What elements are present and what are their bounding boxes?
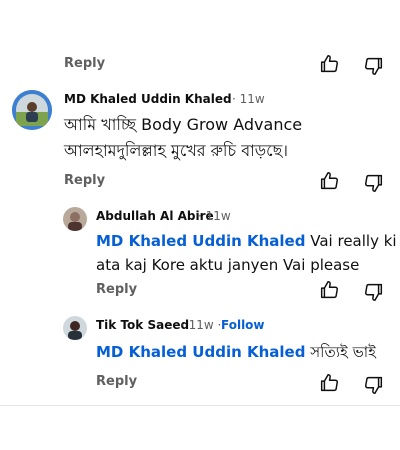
comment-text: আমি খাচ্ছি Body Grow Advance আলহামদুলিল্… xyxy=(64,112,302,164)
comment-text-line: MD Khaled Uddin Khaled সত্যিই ভাই xyxy=(96,340,376,364)
reply-button[interactable]: Reply xyxy=(64,173,105,188)
avatar[interactable] xyxy=(12,90,52,130)
thumbs-down-icon[interactable] xyxy=(363,281,385,303)
comment-text-line: MD Khaled Uddin Khaled Vai really ki xyxy=(96,229,397,253)
comment-text: MD Khaled Uddin Khaled Vai really ki ata… xyxy=(96,229,397,277)
comment-author[interactable]: MD Khaled Uddin Khaled xyxy=(64,92,232,106)
thumbs-up-icon[interactable] xyxy=(318,170,340,192)
mention-link[interactable]: MD Khaled Uddin Khaled xyxy=(96,232,305,250)
comment-time: · 11w xyxy=(198,209,231,223)
thumbs-down-icon[interactable] xyxy=(363,374,385,396)
comment-text-line: ata kaj Kore aktu janyen Vai please xyxy=(96,256,360,274)
reply-button[interactable]: Reply xyxy=(96,374,137,389)
mention-link[interactable]: MD Khaled Uddin Khaled xyxy=(96,343,305,361)
comment-time: · 11w · xyxy=(181,318,222,332)
thumbs-down-icon[interactable] xyxy=(363,55,385,77)
thumbs-up-icon[interactable] xyxy=(318,372,340,394)
comment-text: MD Khaled Uddin Khaled সত্যিই ভাই xyxy=(96,340,376,364)
section-divider xyxy=(0,405,400,406)
follow-button[interactable]: Follow xyxy=(221,318,265,332)
reply-button[interactable]: Reply xyxy=(64,56,105,71)
comment-time: · 11w xyxy=(232,92,265,106)
comment-text-fragment: সত্যিই ভাই xyxy=(305,343,376,361)
thumbs-up-icon[interactable] xyxy=(318,53,340,75)
comment-text-line: আমি খাচ্ছি Body Grow Advance xyxy=(64,115,303,134)
comment-author[interactable]: Tik Tok Saeed xyxy=(96,318,189,332)
avatar[interactable] xyxy=(63,207,87,231)
comment-text-line: আলহামদুলিল্লাহ মুখের রুচি বাড়ছে। xyxy=(64,141,289,160)
thumbs-up-icon[interactable] xyxy=(318,279,340,301)
reply-button[interactable]: Reply xyxy=(96,282,137,297)
avatar[interactable] xyxy=(63,316,87,340)
comment-text-fragment: Vai really ki xyxy=(305,232,397,250)
thumbs-down-icon[interactable] xyxy=(363,172,385,194)
comment-author[interactable]: Abdullah Al Abire xyxy=(96,209,214,223)
